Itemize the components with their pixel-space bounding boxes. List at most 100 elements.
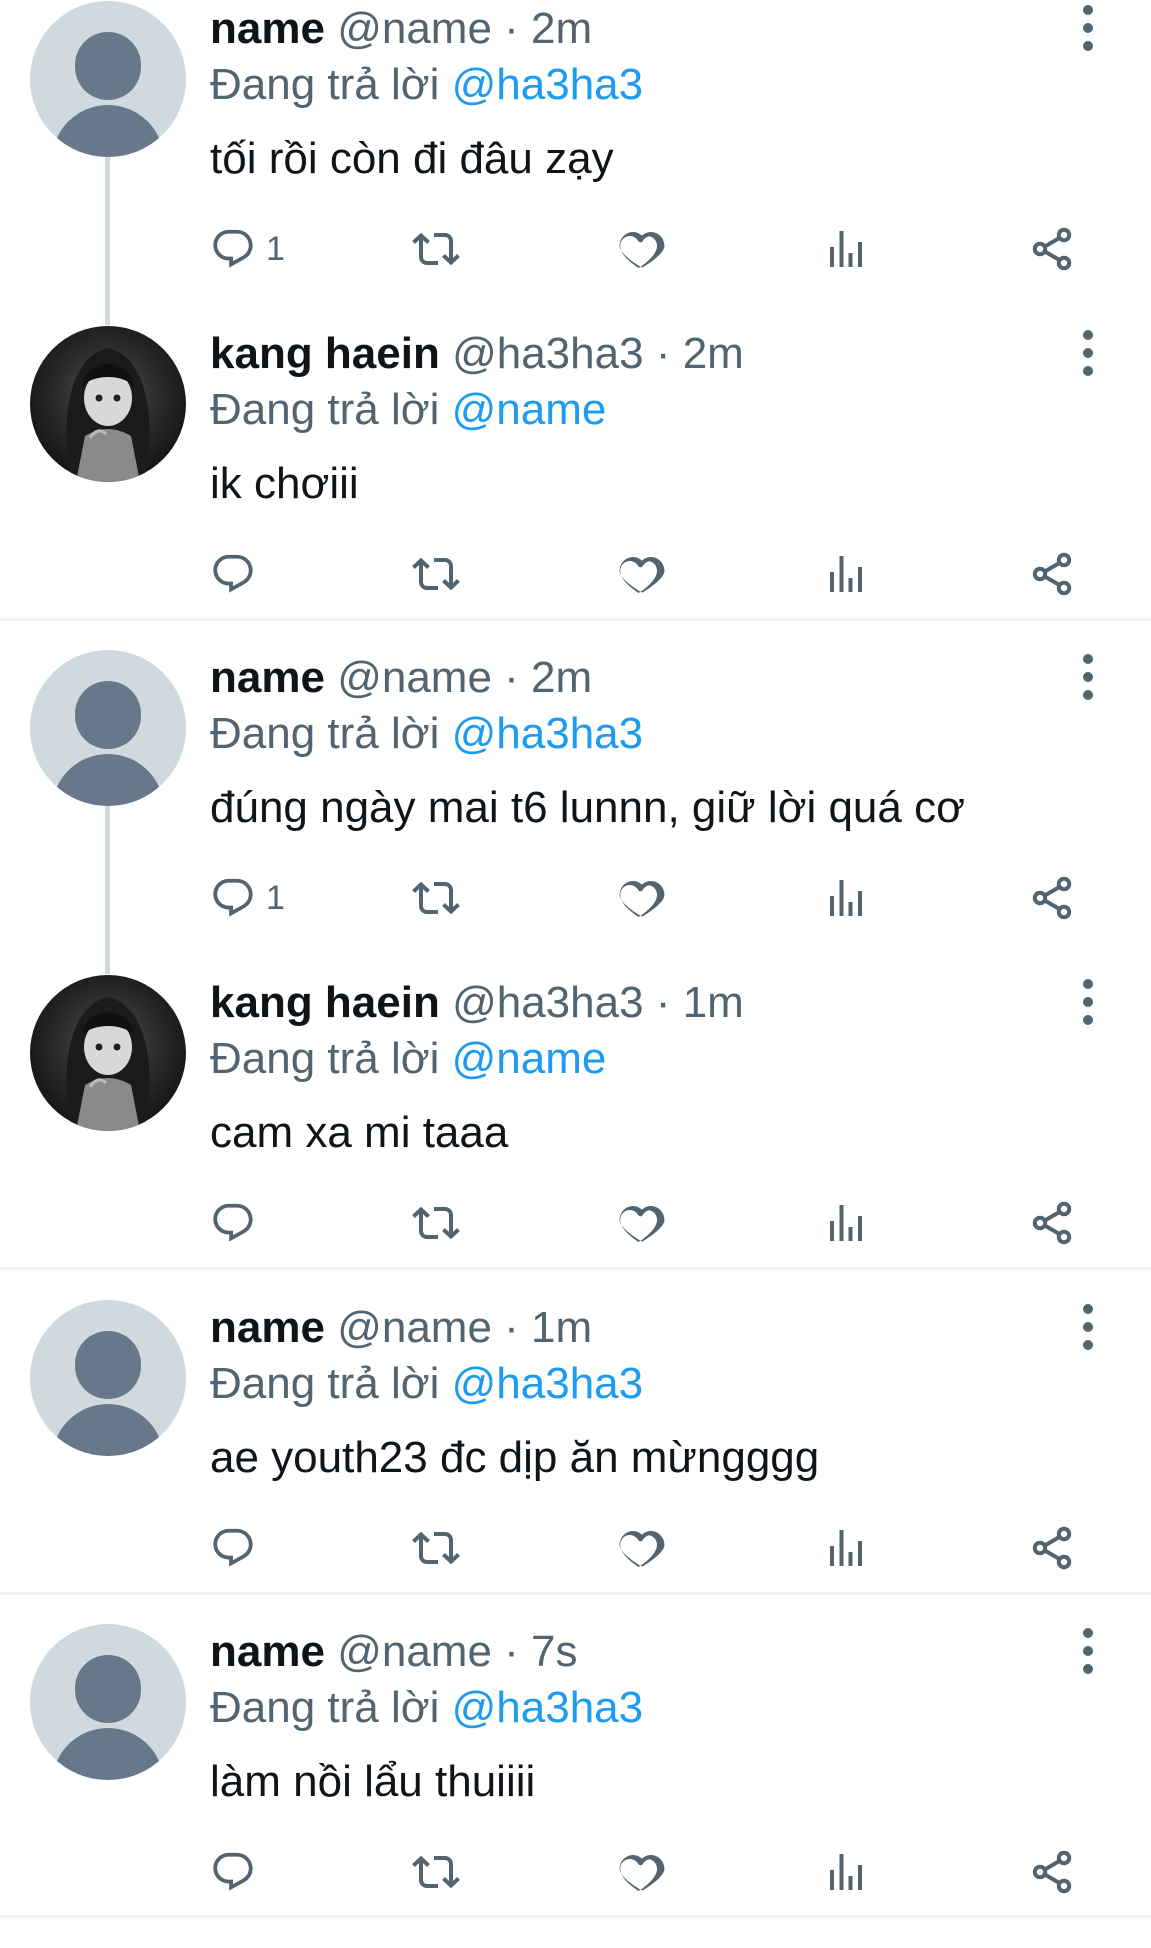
share-button[interactable] — [1028, 1842, 1076, 1902]
views-button[interactable] — [822, 1193, 870, 1253]
tweet[interactable]: name @name · 7s Đang trả lời @ha3ha3 làm n… — [0, 1624, 1151, 1948]
timestamp[interactable]: 1m — [683, 978, 744, 1027]
share-icon — [1028, 1199, 1076, 1247]
user-handle[interactable]: @name — [337, 1627, 492, 1676]
more-vertical-icon[interactable] — [1068, 1302, 1108, 1352]
replying-to: Đang trả lời @ha3ha3 — [210, 1680, 643, 1736]
tweet-action-bar — [0, 544, 1151, 604]
timestamp[interactable]: 7s — [531, 1627, 577, 1676]
share-button[interactable] — [1028, 1518, 1076, 1578]
tweet[interactable]: kang haein @ha3ha3 · 2m Đang trả lời @nam… — [0, 326, 1151, 650]
retweet-icon — [412, 225, 460, 273]
timestamp[interactable]: 2m — [683, 329, 744, 378]
avatar[interactable] — [30, 326, 186, 482]
retweet-button[interactable] — [412, 1842, 460, 1902]
avatar[interactable] — [30, 1, 186, 157]
avatar[interactable] — [30, 975, 186, 1131]
retweet-button[interactable] — [412, 544, 460, 604]
reply-icon — [210, 1525, 256, 1571]
more-vertical-icon[interactable] — [1068, 977, 1108, 1027]
display-name[interactable]: name — [210, 653, 325, 702]
views-icon — [822, 874, 870, 922]
heart-icon — [618, 550, 666, 598]
reply-button[interactable] — [210, 1518, 266, 1578]
more-vertical-icon[interactable] — [1068, 328, 1108, 378]
retweet-icon — [412, 1524, 460, 1572]
mention-link[interactable]: @name — [452, 385, 607, 434]
tweet[interactable]: name @name · 2m Đang trả lời @ha3ha3 tối r… — [0, 1, 1151, 325]
share-button[interactable] — [1028, 544, 1076, 604]
share-icon — [1028, 1848, 1076, 1896]
views-button[interactable] — [822, 1518, 870, 1578]
display-name[interactable]: name — [210, 1303, 325, 1352]
tweet-header: name @name · 1m — [210, 1300, 592, 1356]
share-button[interactable] — [1028, 219, 1076, 279]
avatar-head — [75, 1655, 141, 1723]
avatar[interactable] — [30, 1624, 186, 1780]
separator-dot: · — [491, 1303, 532, 1352]
reply-button[interactable] — [210, 1842, 266, 1902]
avatar[interactable] — [30, 1300, 186, 1456]
mention-link[interactable]: @ha3ha3 — [452, 1359, 644, 1408]
views-button[interactable] — [822, 1842, 870, 1902]
retweet-button[interactable] — [412, 868, 460, 928]
like-button[interactable] — [618, 1518, 666, 1578]
views-button[interactable] — [822, 544, 870, 604]
user-handle[interactable]: @name — [337, 4, 492, 53]
mention-link[interactable]: @name — [452, 1034, 607, 1083]
user-handle[interactable]: @ha3ha3 — [452, 978, 644, 1027]
display-name[interactable]: kang haein — [210, 329, 440, 378]
more-vertical-icon[interactable] — [1068, 652, 1108, 702]
replying-to: Đang trả lời @name — [210, 382, 606, 438]
user-handle[interactable]: @ha3ha3 — [452, 329, 644, 378]
reply-button[interactable] — [210, 544, 266, 604]
timestamp[interactable]: 2m — [531, 653, 592, 702]
like-button[interactable] — [618, 1842, 666, 1902]
more-vertical-icon[interactable] — [1068, 3, 1108, 53]
display-name[interactable]: name — [210, 4, 325, 53]
heart-icon — [618, 874, 666, 922]
avatar-head — [75, 681, 141, 749]
display-name[interactable]: kang haein — [210, 978, 440, 1027]
avatar-head — [75, 32, 141, 100]
more-vertical-icon[interactable] — [1068, 1626, 1108, 1676]
reply-button[interactable]: 1 — [210, 219, 285, 279]
replying-to: Đang trả lời @name — [210, 1031, 606, 1087]
reply-button[interactable]: 1 — [210, 868, 285, 928]
like-button[interactable] — [618, 219, 666, 279]
mention-link[interactable]: @ha3ha3 — [452, 60, 644, 109]
share-button[interactable] — [1028, 1193, 1076, 1253]
tweet-text: ae youth23 đc dịp ăn mừngggg — [210, 1433, 820, 1482]
retweet-icon — [412, 1848, 460, 1896]
retweet-button[interactable] — [412, 219, 460, 279]
avatar[interactable] — [30, 650, 186, 806]
reply-button[interactable] — [210, 1193, 266, 1253]
tweet-header: name @name · 2m — [210, 1, 592, 57]
tweet-header: name @name · 2m — [210, 650, 592, 706]
avatar-shoulders — [52, 105, 164, 157]
tweet[interactable]: name @name · 1m Đang trả lời @ha3ha3 ae yo… — [0, 1300, 1151, 1624]
retweet-icon — [412, 874, 460, 922]
display-name[interactable]: name — [210, 1627, 325, 1676]
user-handle[interactable]: @name — [337, 1303, 492, 1352]
share-button[interactable] — [1028, 868, 1076, 928]
mention-link[interactable]: @ha3ha3 — [452, 1683, 644, 1732]
views-button[interactable] — [822, 868, 870, 928]
retweet-button[interactable] — [412, 1518, 460, 1578]
timestamp[interactable]: 1m — [531, 1303, 592, 1352]
user-handle[interactable]: @name — [337, 653, 492, 702]
retweet-button[interactable] — [412, 1193, 460, 1253]
like-button[interactable] — [618, 1193, 666, 1253]
mention-link[interactable]: @ha3ha3 — [452, 709, 644, 758]
timestamp[interactable]: 2m — [531, 4, 592, 53]
tweet-text: ik chơiii — [210, 459, 359, 508]
like-button[interactable] — [618, 544, 666, 604]
views-button[interactable] — [822, 219, 870, 279]
like-button[interactable] — [618, 868, 666, 928]
heart-icon — [618, 225, 666, 273]
tweet[interactable]: kang haein @ha3ha3 · 1m Đang trả lời @nam… — [0, 975, 1151, 1299]
separator-dot: · — [491, 4, 532, 53]
tweet[interactable]: name @name · 2m Đang trả lời @ha3ha3 đúng … — [0, 650, 1151, 974]
reply-icon — [210, 875, 256, 921]
reply-count: 1 — [266, 878, 285, 917]
